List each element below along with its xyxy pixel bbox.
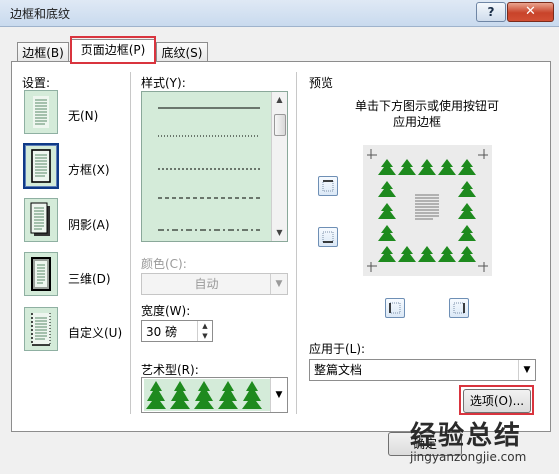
3d-border-icon — [31, 257, 51, 291]
bottom-border-button[interactable] — [318, 227, 338, 247]
setting-shadow-button[interactable] — [24, 198, 58, 242]
tab-page-border[interactable]: 页面边框(P) — [71, 39, 155, 63]
chevron-down-icon: ▼ — [518, 360, 535, 380]
art-label: 艺术型(R): — [141, 363, 199, 377]
border-preview[interactable] — [363, 145, 492, 276]
shadow-border-icon — [30, 202, 50, 236]
scroll-up-arrow-icon[interactable]: ▲ — [274, 94, 285, 106]
column-divider — [296, 72, 297, 414]
setting-3d-label: 三维(D) — [68, 272, 111, 286]
apply-to-select[interactable]: 整篇文档 ▼ — [309, 359, 536, 381]
spin-up-icon[interactable]: ▲ — [197, 321, 212, 331]
left-border-icon — [389, 302, 401, 314]
apply-to-value: 整篇文档 — [314, 363, 363, 377]
color-select-value: 自动 — [194, 277, 219, 291]
color-label: 颜色(C): — [141, 257, 187, 271]
christmas-tree-icon — [144, 379, 270, 411]
color-select[interactable]: 自动 ▼ — [141, 273, 288, 295]
apply-to-label: 应用于(L): — [309, 342, 366, 356]
preview-hint-line1: 单击下方图示或使用按钮可 — [355, 99, 500, 113]
preview-page — [367, 149, 488, 272]
chevron-down-icon: ▼ — [270, 378, 287, 412]
chevron-down-icon: ▼ — [270, 274, 287, 294]
setting-custom-button[interactable] — [24, 307, 58, 351]
help-button[interactable]: ? — [476, 2, 506, 22]
setting-shadow-label: 阴影(A) — [68, 218, 110, 232]
tab-borders[interactable]: 边框(B) — [17, 42, 69, 63]
width-label: 宽度(W): — [141, 304, 191, 318]
close-button[interactable]: ✕ — [507, 2, 554, 22]
setting-none-button[interactable] — [24, 90, 58, 134]
top-border-icon — [322, 180, 334, 192]
tab-shading[interactable]: 底纹(S) — [156, 42, 208, 63]
line-style-list[interactable]: ▲ ▼ — [141, 91, 288, 242]
setting-3d-button[interactable] — [24, 252, 58, 296]
width-spinner[interactable]: 30 磅 ▲ ▼ — [141, 320, 213, 342]
preview-label: 预览 — [309, 76, 334, 90]
style-label: 样式(Y): — [141, 76, 186, 90]
line-style-preview — [158, 107, 260, 231]
setting-box-label: 方框(X) — [68, 163, 110, 177]
scroll-thumb[interactable] — [274, 114, 286, 136]
right-border-icon — [453, 302, 465, 314]
no-border-icon — [33, 96, 49, 128]
custom-border-icon — [31, 313, 51, 346]
right-border-button[interactable] — [449, 298, 469, 318]
settings-label: 设置: — [22, 76, 51, 90]
options-button[interactable]: 选项(O)... — [463, 389, 531, 413]
watermark: 经验总结 jingyanzongjie.com — [410, 422, 526, 464]
setting-box-button[interactable] — [23, 143, 59, 189]
setting-custom-label: 自定义(U) — [68, 326, 123, 340]
box-border-icon — [31, 149, 51, 183]
top-border-button[interactable] — [318, 176, 338, 196]
style-list-scrollbar[interactable]: ▲ ▼ — [271, 92, 287, 241]
title-bar: 边框和底纹 ? ✕ — [0, 0, 559, 27]
borders-shading-dialog: 边框和底纹 ? ✕ 边框(B) 页面边框(P) 底纹(S) 设置: 无(N) 方… — [0, 0, 559, 474]
art-select[interactable]: ▼ — [141, 377, 288, 413]
watermark-url: jingyanzongjie.com — [410, 450, 527, 464]
spin-down-icon[interactable]: ▼ — [197, 331, 212, 341]
column-divider — [130, 72, 131, 414]
scroll-down-arrow-icon[interactable]: ▼ — [274, 227, 285, 239]
watermark-brand: 经验总结 — [410, 421, 523, 451]
left-border-button[interactable] — [385, 298, 405, 318]
width-value: 30 磅 — [146, 325, 178, 339]
bottom-border-icon — [322, 231, 334, 243]
dialog-title: 边框和底纹 — [10, 7, 71, 21]
preview-hint-line2: 应用边框 — [393, 115, 442, 129]
setting-none-label: 无(N) — [68, 109, 99, 123]
